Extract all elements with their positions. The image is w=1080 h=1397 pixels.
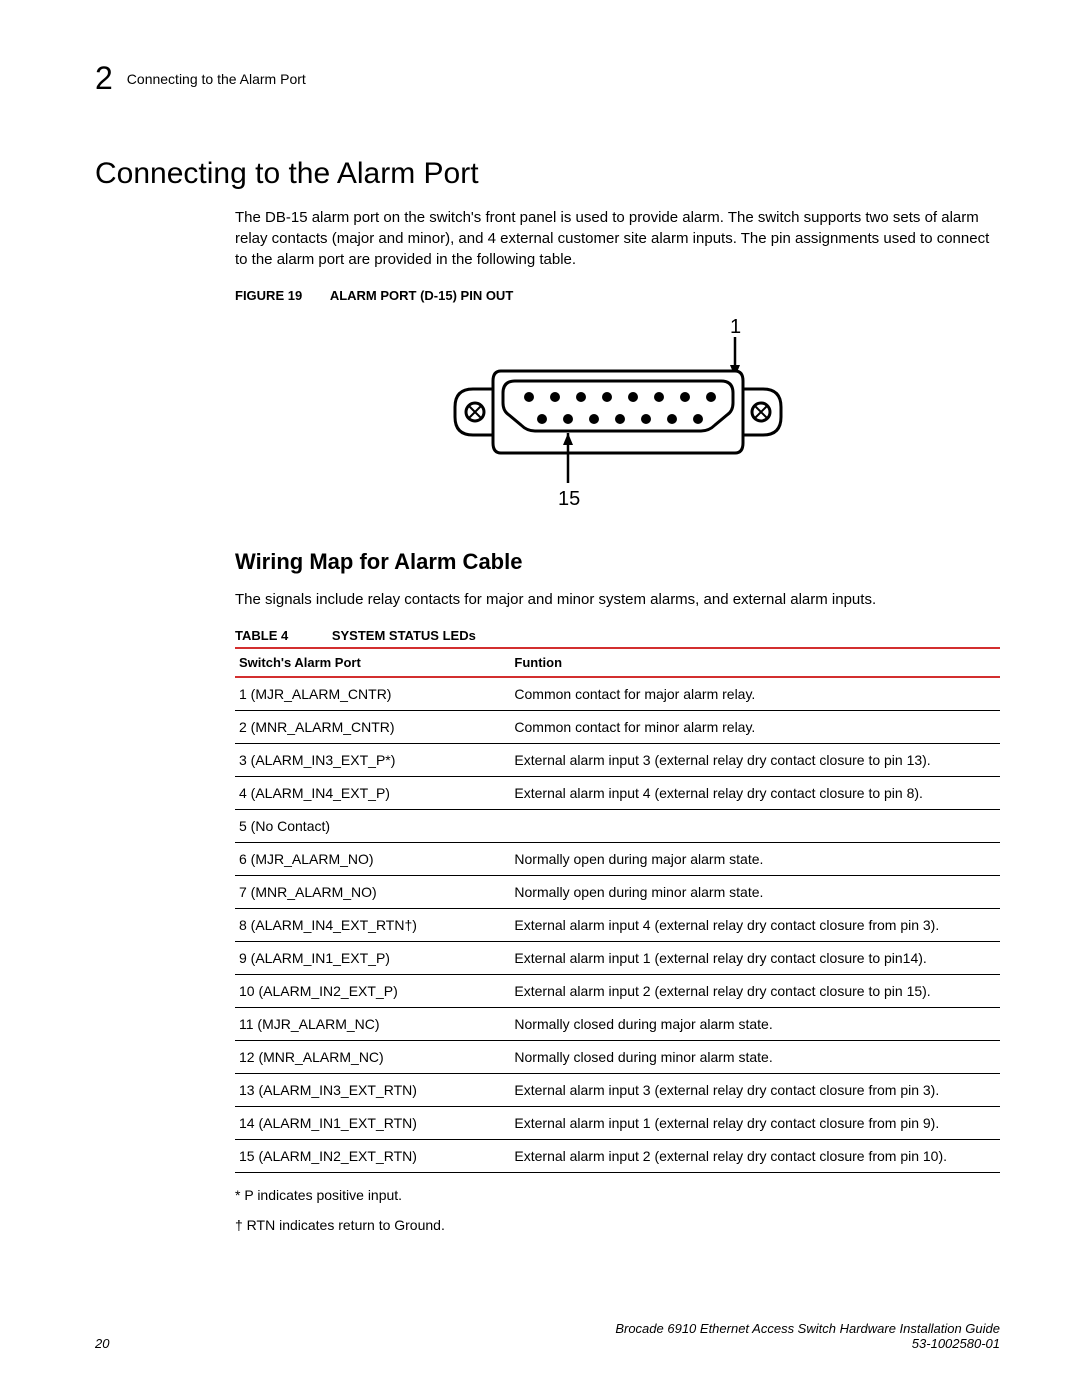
cell-function: External alarm input 3 (external relay d…	[510, 744, 1000, 777]
page-footer: 20 Brocade 6910 Ethernet Access Switch H…	[95, 1321, 1000, 1351]
col-header-function: Funtion	[510, 648, 1000, 677]
cell-port: 3 (ALARM_IN3_EXT_P*)	[235, 744, 510, 777]
doc-id: 53-1002580-01	[615, 1336, 1000, 1351]
subsection-title: Wiring Map for Alarm Cable	[235, 549, 1000, 575]
table-row: 4 (ALARM_IN4_EXT_P)External alarm input …	[235, 777, 1000, 810]
table-row: 12 (MNR_ALARM_NC)Normally closed during …	[235, 1041, 1000, 1074]
cell-function	[510, 810, 1000, 843]
pin-15-label: 15	[558, 488, 580, 510]
cell-function: Normally open during major alarm state.	[510, 843, 1000, 876]
cell-port: 1 (MJR_ALARM_CNTR)	[235, 677, 510, 711]
table-row: 2 (MNR_ALARM_CNTR)Common contact for min…	[235, 711, 1000, 744]
cell-port: 7 (MNR_ALARM_NO)	[235, 876, 510, 909]
footnote-p: * P indicates positive input.	[235, 1187, 1000, 1203]
figure-label: FIGURE 19	[235, 288, 302, 303]
chapter-number: 2	[95, 60, 113, 97]
subsection-intro: The signals include relay contacts for m…	[235, 589, 1000, 610]
table-row: 7 (MNR_ALARM_NO)Normally open during min…	[235, 876, 1000, 909]
table-caption: TABLE 4 SYSTEM STATUS LEDs	[235, 628, 1000, 643]
cell-function: External alarm input 2 (external relay d…	[510, 1140, 1000, 1173]
table-row: 1 (MJR_ALARM_CNTR)Common contact for maj…	[235, 677, 1000, 711]
cell-function: External alarm input 4 (external relay d…	[510, 909, 1000, 942]
cell-function: Common contact for major alarm relay.	[510, 677, 1000, 711]
cell-port: 12 (MNR_ALARM_NC)	[235, 1041, 510, 1074]
cell-function: Normally closed during major alarm state…	[510, 1008, 1000, 1041]
figure-caption: FIGURE 19 ALARM PORT (D-15) PIN OUT	[235, 288, 1000, 303]
table-row: 11 (MJR_ALARM_NC)Normally closed during …	[235, 1008, 1000, 1041]
section-title: Connecting to the Alarm Port	[95, 157, 1000, 191]
figure-db15: 1	[235, 315, 1000, 515]
cell-function: Normally open during minor alarm state.	[510, 876, 1000, 909]
table-label: TABLE 4	[235, 628, 288, 643]
figure-title: ALARM PORT (D-15) PIN OUT	[330, 288, 513, 303]
cell-port: 2 (MNR_ALARM_CNTR)	[235, 711, 510, 744]
cell-port: 13 (ALARM_IN3_EXT_RTN)	[235, 1074, 510, 1107]
cell-port: 15 (ALARM_IN2_EXT_RTN)	[235, 1140, 510, 1173]
cell-port: 4 (ALARM_IN4_EXT_P)	[235, 777, 510, 810]
cell-function: External alarm input 1 (external relay d…	[510, 1107, 1000, 1140]
doc-title: Brocade 6910 Ethernet Access Switch Hard…	[615, 1321, 1000, 1336]
table-row: 14 (ALARM_IN1_EXT_RTN)External alarm inp…	[235, 1107, 1000, 1140]
pin-1-label: 1	[730, 316, 741, 338]
table-row: 3 (ALARM_IN3_EXT_P*)External alarm input…	[235, 744, 1000, 777]
table-row: 15 (ALARM_IN2_EXT_RTN)External alarm inp…	[235, 1140, 1000, 1173]
section-intro: The DB-15 alarm port on the switch's fro…	[235, 207, 1000, 270]
cell-port: 6 (MJR_ALARM_NO)	[235, 843, 510, 876]
cell-port: 5 (No Contact)	[235, 810, 510, 843]
running-head: Connecting to the Alarm Port	[127, 71, 306, 87]
table-footnotes: * P indicates positive input. † RTN indi…	[235, 1187, 1000, 1233]
cell-port: 14 (ALARM_IN1_EXT_RTN)	[235, 1107, 510, 1140]
cell-function: External alarm input 1 (external relay d…	[510, 942, 1000, 975]
cell-function: External alarm input 4 (external relay d…	[510, 777, 1000, 810]
cell-port: 8 (ALARM_IN4_EXT_RTN†)	[235, 909, 510, 942]
table-row: 13 (ALARM_IN3_EXT_RTN)External alarm inp…	[235, 1074, 1000, 1107]
footnote-rtn: † RTN indicates return to Ground.	[235, 1217, 1000, 1233]
table-row: 6 (MJR_ALARM_NO)Normally open during maj…	[235, 843, 1000, 876]
table-row: 9 (ALARM_IN1_EXT_P)External alarm input …	[235, 942, 1000, 975]
cell-port: 11 (MJR_ALARM_NC)	[235, 1008, 510, 1041]
cell-function: Common contact for minor alarm relay.	[510, 711, 1000, 744]
page-header: 2 Connecting to the Alarm Port	[95, 60, 1000, 97]
cell-function: External alarm input 3 (external relay d…	[510, 1074, 1000, 1107]
cell-function: Normally closed during minor alarm state…	[510, 1041, 1000, 1074]
col-header-port: Switch's Alarm Port	[235, 648, 510, 677]
cell-port: 9 (ALARM_IN1_EXT_P)	[235, 942, 510, 975]
cell-function: External alarm input 2 (external relay d…	[510, 975, 1000, 1008]
table-row: 5 (No Contact)	[235, 810, 1000, 843]
cell-port: 10 (ALARM_IN2_EXT_P)	[235, 975, 510, 1008]
table-row: 10 (ALARM_IN2_EXT_P)External alarm input…	[235, 975, 1000, 1008]
table-title: SYSTEM STATUS LEDs	[332, 628, 476, 643]
pin-table: Switch's Alarm Port Funtion 1 (MJR_ALARM…	[235, 647, 1000, 1173]
page-number: 20	[95, 1336, 109, 1351]
db15-connector-icon: 1	[433, 315, 803, 515]
table-row: 8 (ALARM_IN4_EXT_RTN†)External alarm inp…	[235, 909, 1000, 942]
